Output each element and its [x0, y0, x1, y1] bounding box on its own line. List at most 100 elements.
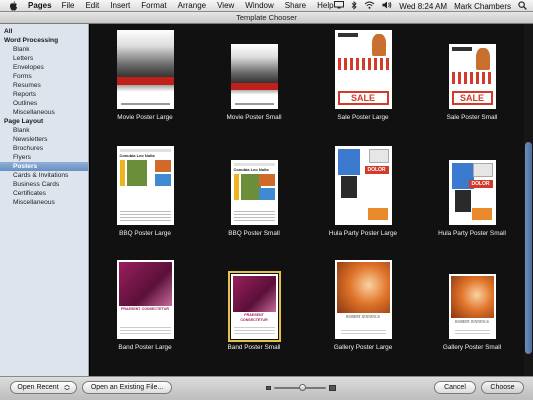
volume-icon[interactable] [382, 1, 392, 11]
menu-bar: Pages File Edit Insert Format Arrange Vi… [0, 0, 533, 12]
cancel-button[interactable]: Cancel [434, 381, 476, 394]
sidebar-item-blank[interactable]: Blank [0, 45, 88, 54]
template-band-poster-large[interactable]: PRAESENT CONSECTETUR Band Poster Large [99, 260, 191, 351]
template-caption: BBQ Poster Large [119, 230, 171, 237]
menu-share[interactable]: Share [285, 1, 306, 10]
window-title: Template Chooser [236, 13, 297, 22]
thumbnail-heading-text: DOLOR [468, 180, 493, 188]
sidebar-item-miscellaneous[interactable]: Miscellaneous [0, 198, 88, 207]
sidebar-item-certificates[interactable]: Certificates [0, 189, 88, 198]
sidebar-item-newsletters[interactable]: Newsletters [0, 135, 88, 144]
cancel-label: Cancel [444, 384, 466, 391]
thumbnail-heading-text: ROBERT JENNINGS [346, 315, 380, 320]
sidebar-item-cards-invitations[interactable]: Cards & Invitations [0, 171, 88, 180]
choose-label: Choose [490, 384, 515, 391]
menu-app-pages[interactable]: Pages [28, 1, 52, 10]
template-gallery-poster-small[interactable]: ROBERT JENNINGS Gallery Poster Small [426, 274, 518, 351]
sidebar-item-flyers[interactable]: Flyers [0, 153, 88, 162]
template-thumbnail[interactable]: Conubia Leo Nulla [230, 160, 278, 225]
vertical-scrollbar[interactable] [524, 24, 533, 376]
template-thumbnail[interactable]: SALE [448, 44, 496, 109]
template-caption: Gallery Poster Small [442, 344, 502, 351]
template-caption: Band Poster Large [118, 344, 172, 351]
apple-icon[interactable] [7, 0, 19, 11]
open-existing-file-button[interactable]: Open an Existing File... [82, 381, 172, 394]
template-thumbnail[interactable]: DOLOR [448, 160, 496, 225]
menu-edit[interactable]: Edit [85, 1, 99, 10]
small-thumbnail-icon [266, 386, 271, 390]
template-thumbnail[interactable]: SALE [334, 30, 392, 109]
thumbnail-size-control [266, 383, 342, 393]
template-thumbnail[interactable]: DOLOR [334, 146, 392, 225]
template-movie-poster-large[interactable]: Movie Poster Large [99, 30, 191, 121]
menu-view[interactable]: View [217, 1, 234, 10]
scrollbar-thumb[interactable] [525, 142, 532, 354]
template-caption: Hula Party Poster Small [438, 230, 506, 237]
template-thumbnail[interactable]: PRAESENT CONSECTETUR [227, 271, 281, 342]
open-existing-file-label: Open an Existing File... [90, 384, 164, 391]
template-thumbnail[interactable]: Conubia Leo Nulla [116, 146, 174, 225]
template-thumbnail[interactable]: ROBERT JENNINGS [448, 274, 496, 339]
menu-format[interactable]: Format [141, 1, 166, 10]
sidebar-item-outlines[interactable]: Outlines [0, 99, 88, 108]
template-sale-poster-large[interactable]: SALE Sale Poster Large [317, 30, 409, 121]
sidebar-item-reports[interactable]: Reports [0, 90, 88, 99]
bluetooth-icon[interactable] [351, 0, 357, 12]
menu-arrange[interactable]: Arrange [178, 1, 206, 10]
sidebar-item-business-cards[interactable]: Business Cards [0, 180, 88, 189]
wifi-icon[interactable] [364, 1, 375, 11]
template-thumbnail[interactable]: PRAESENT CONSECTETUR [116, 260, 174, 339]
template-grid: Movie Poster Large Movie Poster Small SALE… [90, 24, 524, 376]
template-thumbnail[interactable] [230, 44, 278, 109]
sidebar-item-page-layout[interactable]: Page Layout [0, 117, 88, 126]
sidebar-item-miscellaneous[interactable]: Miscellaneous [0, 108, 88, 117]
thumbnail-heading-text: ROBERT JENNINGS [455, 319, 489, 324]
menu-insert[interactable]: Insert [110, 1, 130, 10]
thumbnail-size-slider-knob[interactable] [298, 384, 306, 391]
category-sidebar: All Word Processing Blank Letters Envelopes F… [0, 24, 89, 376]
thumbnail-size-slider[interactable] [274, 384, 326, 391]
large-thumbnail-icon [329, 385, 336, 391]
sidebar-item-all[interactable]: All [0, 27, 88, 36]
sidebar-item-letters[interactable]: Letters [0, 54, 88, 63]
sidebar-item-posters[interactable]: Posters [0, 162, 88, 171]
template-bbq-poster-large[interactable]: Conubia Leo Nulla BBQ Poster Large [99, 146, 191, 237]
sidebar-item-resumes[interactable]: Resumes [0, 81, 88, 90]
sidebar-item-forms[interactable]: Forms [0, 72, 88, 81]
template-hula-party-poster-small[interactable]: DOLOR Hula Party Poster Small [426, 160, 518, 237]
template-caption: Movie Poster Small [226, 114, 282, 121]
template-bbq-poster-small[interactable]: Conubia Leo Nulla BBQ Poster Small [208, 160, 300, 237]
thumbnail-heading-text: Conubia Leo Nulla [233, 167, 269, 172]
template-sale-poster-small[interactable]: SALE Sale Poster Small [426, 44, 518, 121]
template-caption: BBQ Poster Small [228, 230, 280, 237]
template-caption: Sale Poster Small [446, 114, 498, 121]
menu-file[interactable]: File [62, 1, 75, 10]
template-hula-party-poster-large[interactable]: DOLOR Hula Party Poster Large [317, 146, 409, 237]
window-title-bar: Template Chooser [0, 12, 533, 24]
open-recent-label: Open Recent [17, 384, 59, 391]
template-band-poster-small[interactable]: PRAESENT CONSECTETUR Band Poster Small [208, 271, 300, 351]
sidebar-item-blank[interactable]: Blank [0, 126, 88, 135]
thumbnail-heading-text: DOLOR [364, 166, 389, 174]
template-gallery-poster-large[interactable]: ROBERT JENNINGS Gallery Poster Large [317, 260, 409, 351]
display-icon[interactable] [334, 1, 345, 11]
sidebar-item-brochures[interactable]: Brochures [0, 144, 88, 153]
search-icon[interactable] [518, 0, 527, 12]
template-thumbnail[interactable]: ROBERT JENNINGS [334, 260, 392, 339]
template-caption: Sale Poster Large [337, 114, 389, 121]
menu-help[interactable]: Help [317, 1, 333, 10]
template-caption: Hula Party Poster Large [328, 230, 398, 237]
bottom-bar: Open Recent Open an Existing File... Can… [0, 376, 533, 400]
menu-window[interactable]: Window [245, 1, 273, 10]
sidebar-item-envelopes[interactable]: Envelopes [0, 63, 88, 72]
sidebar-item-word-processing[interactable]: Word Processing [0, 36, 88, 45]
template-caption: Movie Poster Large [117, 114, 173, 121]
thumbnail-heading-text: Conubia Leo Nulla [119, 153, 155, 158]
menu-user[interactable]: Mark Chambers [454, 2, 511, 11]
thumbnail-heading-text: PRAESENT CONSECTETUR [240, 313, 268, 322]
template-thumbnail[interactable] [116, 30, 174, 109]
menu-clock[interactable]: Wed 8:24 AM [399, 2, 447, 11]
choose-button[interactable]: Choose [481, 381, 524, 394]
open-recent-button[interactable]: Open Recent [10, 381, 77, 394]
template-movie-poster-small[interactable]: Movie Poster Small [208, 44, 300, 121]
